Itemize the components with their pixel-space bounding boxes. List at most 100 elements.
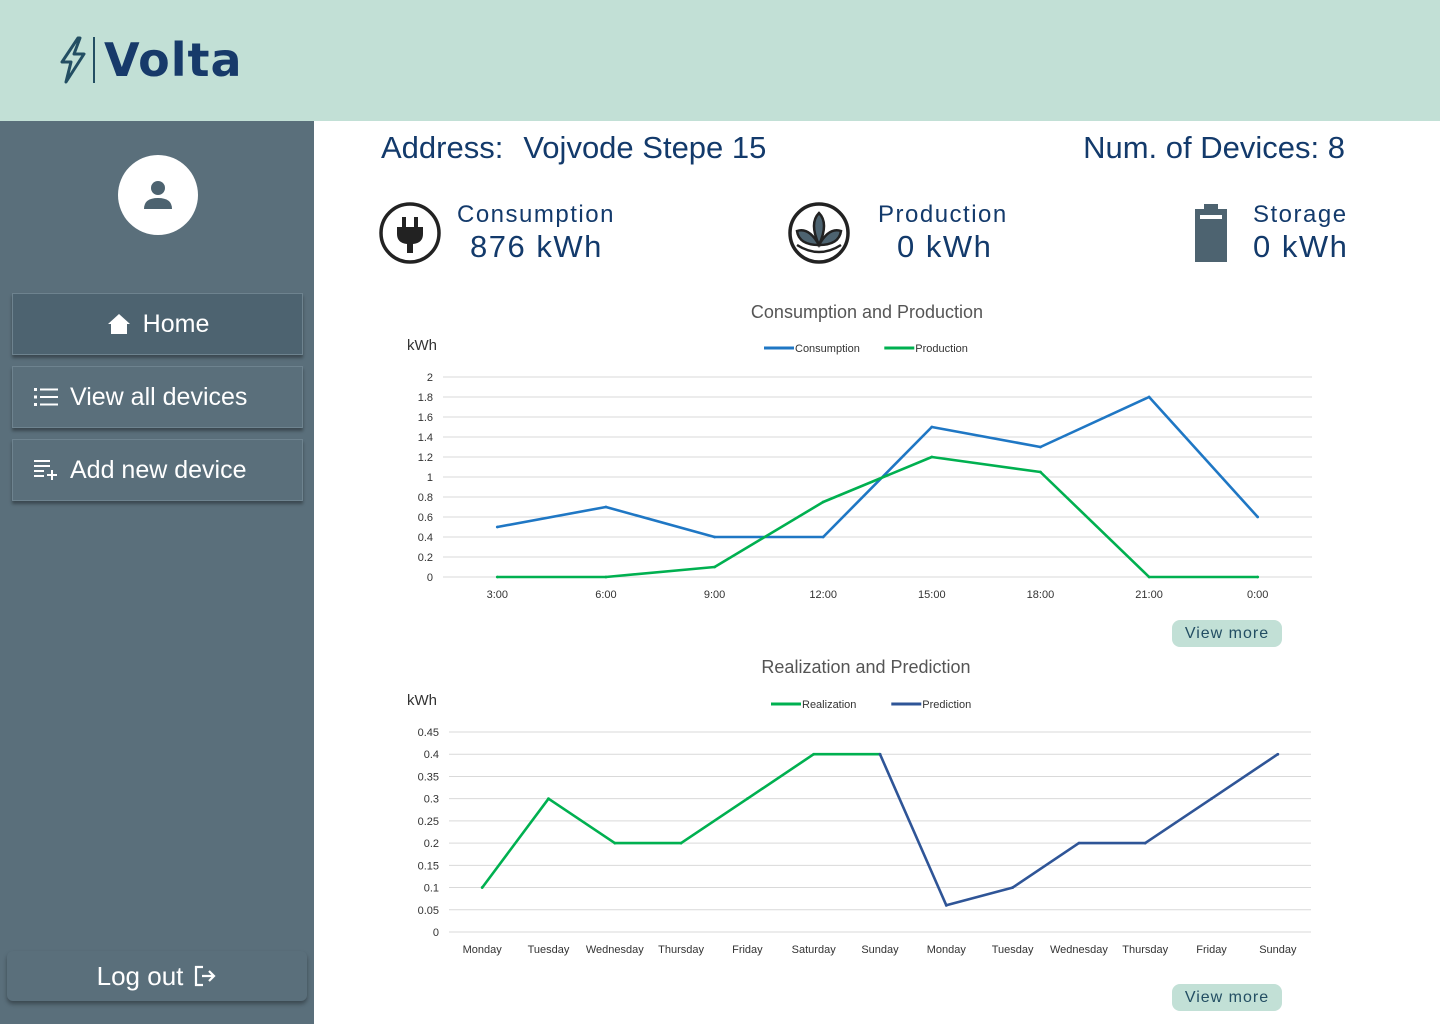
legend-label: Prediction	[922, 699, 971, 711]
logout-label: Log out	[96, 960, 184, 991]
y-tick-label: 0.2	[418, 552, 433, 564]
y-tick-label: 0.05	[418, 905, 439, 917]
data-point	[495, 525, 499, 529]
y-tick-label: 0.45	[418, 727, 439, 739]
data-point	[812, 752, 816, 756]
x-tick-label: 18:00	[1027, 589, 1055, 601]
data-point	[1147, 395, 1151, 399]
x-tick-label: Thursday	[658, 944, 704, 956]
data-point	[878, 752, 882, 756]
logout-button[interactable]: Log out	[7, 951, 307, 1001]
avatar[interactable]	[118, 155, 198, 235]
data-point	[1143, 841, 1147, 845]
y-tick-label: 0	[427, 572, 433, 584]
y-tick-label: 0.3	[424, 794, 439, 806]
battery-icon	[1195, 204, 1227, 262]
storage-value: 0 kWh	[1253, 229, 1349, 264]
chart-title: Consumption and Production	[750, 302, 984, 322]
sidebar-item-label: Home	[142, 309, 210, 338]
home-icon	[106, 311, 132, 337]
data-point	[613, 841, 617, 845]
logout-icon	[195, 965, 216, 987]
data-point	[1256, 575, 1260, 579]
consumption-stat: Consumption 876 kWh	[378, 200, 615, 266]
y-tick-label: 1.6	[418, 412, 433, 424]
x-tick-label: 6:00	[595, 589, 616, 601]
data-point	[1077, 841, 1081, 845]
x-tick-label: 9:00	[704, 589, 725, 601]
data-point	[604, 505, 608, 509]
y-tick-label: 0.1	[424, 883, 439, 895]
x-tick-label: Tuesday	[528, 944, 570, 956]
realization-prediction-chart: 0 0.05 0.1 0.15 0.2 0.25 0.3 0.35 0.4 0.45 Monday T…	[418, 699, 1311, 956]
legend-label: Consumption	[795, 343, 860, 355]
x-tick-label: Monday	[463, 944, 503, 956]
data-point	[480, 886, 484, 889]
y-tick-label: 1.2	[418, 452, 433, 464]
sidebar-item-label: Add new device	[70, 455, 247, 484]
x-tick-label: Sunday	[1259, 944, 1297, 956]
x-tick-label: Tuesday	[992, 944, 1034, 956]
data-point	[547, 797, 550, 801]
data-point	[713, 565, 716, 569]
data-point	[821, 500, 825, 504]
y-tick-label: 0.4	[418, 532, 433, 544]
legend-label: Realization	[802, 699, 856, 711]
address-label: Address:	[381, 130, 504, 165]
production-stat: Production 0 kWh	[787, 200, 1008, 266]
data-point	[1039, 470, 1042, 474]
x-tick-label: Wednesday	[586, 944, 644, 956]
consumption-label: Consumption	[457, 201, 615, 228]
view-more-button[interactable]: View more	[1172, 984, 1282, 1011]
x-tick-label: 12:00	[809, 589, 837, 601]
data-point	[1147, 575, 1151, 579]
data-point	[495, 575, 499, 579]
data-point	[679, 841, 683, 845]
data-point	[745, 797, 749, 801]
y-tick-label: 0.2	[424, 838, 439, 850]
sidebar-item-view-all-devices[interactable]: View all devices	[12, 366, 303, 428]
top-header: Volta	[0, 0, 1440, 121]
x-tick-label: Friday	[732, 944, 763, 956]
series-line	[497, 395, 1259, 539]
devices-label: Num. of Devices:	[1083, 130, 1320, 165]
y-tick-label: 2	[427, 372, 433, 384]
x-tick-label: Sunday	[861, 944, 899, 956]
sidebar-item-home[interactable]: Home	[12, 293, 303, 355]
device-count-line: Num. of Devices: 8	[1083, 130, 1345, 166]
x-tick-label: 21:00	[1135, 589, 1163, 601]
app-logo[interactable]: Volta	[54, 34, 243, 86]
devices-value: 8	[1327, 130, 1345, 165]
y-tick-label: 0.25	[418, 816, 439, 828]
app-name: Volta	[104, 33, 243, 87]
logo-divider	[93, 37, 95, 83]
y-tick-label: 1.8	[418, 392, 433, 404]
address-value: Vojvode Stepe 15	[523, 130, 767, 165]
playlist-add-icon	[33, 457, 59, 483]
data-point	[821, 535, 825, 539]
storage-stat: Storage 0 kWh	[1187, 200, 1348, 266]
x-tick-label: 3:00	[487, 589, 508, 601]
production-label: Production	[878, 201, 1008, 228]
data-point	[930, 455, 934, 459]
data-point	[1011, 886, 1015, 889]
data-point	[1276, 752, 1280, 756]
storage-label: Storage	[1253, 201, 1348, 228]
view-more-button[interactable]: View more	[1172, 620, 1282, 647]
y-tick-label: 0.35	[418, 771, 439, 783]
consumption-value: 876 kWh	[470, 229, 603, 264]
production-value: 0 kWh	[897, 229, 993, 264]
list-icon	[33, 384, 59, 410]
data-point	[1039, 445, 1042, 449]
x-tick-label: Saturday	[792, 944, 837, 956]
y-tick-label: 0.6	[418, 512, 433, 524]
data-point	[944, 903, 948, 907]
y-tick-label: 0.15	[418, 860, 439, 872]
chart-title: Realization and Prediction	[761, 657, 971, 677]
data-point	[930, 425, 934, 429]
user-icon	[144, 181, 172, 209]
x-tick-label: Friday	[1196, 944, 1227, 956]
y-tick-label: 0.8	[418, 492, 433, 504]
sidebar-item-add-new-device[interactable]: Add new device	[12, 439, 303, 501]
y-tick-label: 1.4	[418, 432, 433, 444]
